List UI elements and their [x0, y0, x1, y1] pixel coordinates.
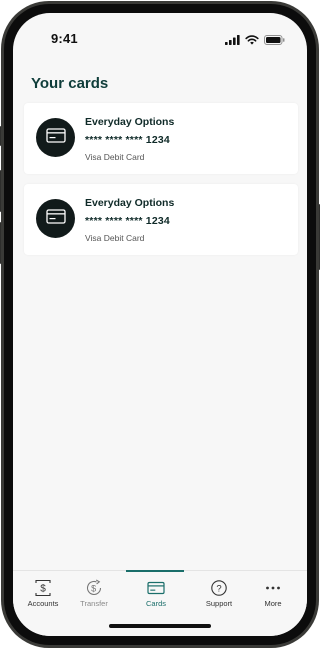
dollar-doc-icon: $: [34, 579, 52, 597]
tab-more[interactable]: More: [243, 571, 303, 617]
battery-icon: [264, 32, 285, 50]
tab-bar: $ Accounts $ Transfer Cards ? Support Mo…: [13, 570, 307, 636]
card-name: Everyday Options: [85, 197, 175, 209]
tab-label: Transfer: [80, 599, 108, 608]
svg-text:?: ?: [216, 583, 221, 594]
card-avatar: [36, 199, 75, 238]
help-icon: ?: [210, 579, 228, 597]
card-list-item[interactable]: Everyday Options **** **** **** 1234 Vis…: [24, 103, 298, 174]
card-icon: [147, 579, 165, 597]
credit-card-icon: [45, 127, 66, 148]
svg-text:$: $: [40, 584, 46, 595]
more-dots-icon: [264, 579, 282, 597]
phone-bezel: 9:41 Your cards Everyday Options **** **…: [4, 4, 316, 645]
card-type: Visa Debit Card: [85, 233, 145, 243]
tab-label: Support: [205, 599, 233, 608]
tab-cards[interactable]: Cards: [126, 571, 186, 617]
transfer-icon: $: [85, 579, 103, 597]
tab-label: More: [264, 599, 282, 608]
credit-card-icon: [45, 208, 66, 229]
home-indicator: [109, 624, 211, 628]
page-title: Your cards: [31, 75, 109, 92]
status-icons: [225, 32, 285, 50]
phone-frame: 9:41 Your cards Everyday Options **** **…: [1, 1, 319, 648]
card-number: **** **** **** 1234: [85, 134, 170, 146]
wifi-icon: [245, 32, 259, 50]
signal-icon: [225, 32, 240, 50]
card-list-item[interactable]: Everyday Options **** **** **** 1234 Vis…: [24, 184, 298, 255]
card-number: **** **** **** 1234: [85, 215, 170, 227]
screen: 9:41 Your cards Everyday Options **** **…: [13, 13, 307, 636]
tab-support[interactable]: ? Support: [189, 571, 249, 617]
status-time: 9:41: [51, 31, 78, 46]
status-bar: 9:41: [13, 13, 307, 59]
card-avatar: [36, 118, 75, 157]
svg-text:$: $: [91, 584, 96, 594]
tab-label: Cards: [145, 599, 166, 608]
card-name: Everyday Options: [85, 116, 175, 128]
tab-transfer[interactable]: $ Transfer: [64, 571, 124, 617]
card-type: Visa Debit Card: [85, 152, 145, 162]
